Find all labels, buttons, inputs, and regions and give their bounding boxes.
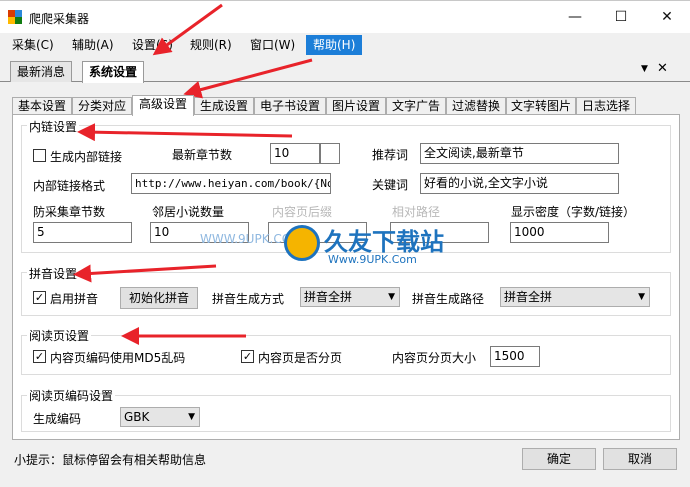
link-format-label: 内部链接格式: [33, 179, 106, 193]
paginate-label: 内容页是否分页: [258, 351, 343, 365]
tab-image[interactable]: 图片设置: [326, 97, 386, 115]
dropdown-icon[interactable]: ▼: [641, 64, 648, 74]
app-logo-icon: [8, 10, 22, 24]
pinyin-method-value: 拼音全拼: [304, 290, 353, 304]
menu-help[interactable]: 帮助(H): [306, 35, 363, 55]
md5-encoding-label: 内容页编码使用MD5乱码: [50, 351, 186, 365]
page-suffix-label: 内容页后缀: [272, 205, 333, 219]
help-tip: 小提示：鼠标停留会有相关帮助信息: [14, 453, 207, 467]
tab-text-ad[interactable]: 文字广告: [386, 97, 446, 115]
reading-encoding-legend: 阅读页编码设置: [27, 387, 116, 404]
pinyin-path-value: 拼音全拼: [504, 290, 553, 304]
keywords-input[interactable]: 好看的小说,全文字小说: [420, 173, 619, 194]
relative-path-label: 相对路径: [392, 205, 441, 219]
neighbor-count-label: 邻居小说数量: [152, 205, 225, 219]
chevron-down-icon: ▼: [188, 412, 195, 422]
menu-bar: 采集(C) 辅助(A) 设置(S) 规则(R) 窗口(W) 帮助(H): [0, 33, 690, 56]
tab-generate[interactable]: 生成设置: [194, 97, 254, 115]
enable-pinyin-checkbox[interactable]: ✓: [33, 291, 46, 304]
md5-encoding-checkbox[interactable]: ✓: [33, 350, 46, 363]
menu-collect[interactable]: 采集(C): [8, 36, 58, 54]
close-window-button[interactable]: ✕: [644, 1, 690, 33]
init-pinyin-button[interactable]: 初始化拼音: [120, 287, 198, 309]
maximize-button[interactable]: ☐: [598, 1, 644, 33]
recommend-input[interactable]: 全文阅读,最新章节: [420, 143, 619, 164]
tab-basic[interactable]: 基本设置: [12, 97, 72, 115]
recommend-label: 推荐词: [372, 148, 409, 162]
minimize-button[interactable]: —: [552, 1, 598, 33]
menu-assist[interactable]: 辅助(A): [68, 36, 118, 54]
chevron-down-icon: ▼: [638, 292, 645, 302]
reading-page-legend: 阅读页设置: [27, 327, 92, 344]
watermark-logo-icon: [284, 225, 320, 261]
advanced-settings-panel: 内链设置 生成内部链接 最新章节数 10 推荐词 全文阅读,最新章节 内部链接格…: [12, 114, 680, 440]
keywords-label: 关键词: [372, 178, 409, 192]
gen-encoding-select[interactable]: GBK ▼: [120, 407, 200, 427]
reading-encoding-group: [21, 395, 671, 432]
generate-internal-link-checkbox[interactable]: [33, 149, 46, 162]
tab-filter-replace[interactable]: 过滤替换: [446, 97, 506, 115]
display-density-label: 显示密度（字数/链接）: [511, 205, 636, 219]
watermark-brand: 久友下载站: [324, 228, 444, 256]
tab-category-mapping[interactable]: 分类对应: [72, 97, 132, 115]
latest-chapters-label: 最新章节数: [172, 148, 233, 162]
pinyin-legend: 拼音设置: [27, 265, 80, 282]
pinyin-path-label: 拼音生成路径: [412, 292, 485, 306]
window-title: 爬爬采集器: [29, 12, 90, 26]
doc-tab-latest-news[interactable]: 最新消息: [10, 61, 73, 82]
generate-internal-link-label: 生成内部链接: [50, 150, 123, 164]
display-density-input[interactable]: 1000: [510, 222, 609, 243]
ok-button[interactable]: 确定: [522, 448, 596, 470]
gen-encoding-label: 生成编码: [33, 412, 82, 426]
doc-tab-system-settings[interactable]: 系统设置: [82, 61, 145, 83]
tab-advanced[interactable]: 高级设置: [132, 95, 194, 116]
enable-pinyin-label: 启用拼音: [50, 292, 99, 306]
tab-ebook[interactable]: 电子书设置: [254, 97, 326, 115]
watermark: WWW.9UPK.COM 久友下载站 Www.9UPK.Com: [200, 222, 444, 272]
anti-chapters-label: 防采集章节数: [33, 205, 106, 219]
pinyin-path-select[interactable]: 拼音全拼 ▼: [500, 287, 650, 307]
latest-chapters-spinner[interactable]: [320, 143, 340, 164]
page-size-label: 内容页分页大小: [392, 351, 477, 365]
pinyin-method-select[interactable]: 拼音全拼 ▼: [300, 287, 400, 307]
cancel-button[interactable]: 取消: [603, 448, 677, 470]
document-tab-bar: 最新消息 系统设置 ▼ ✕: [0, 58, 690, 83]
menu-settings[interactable]: 设置(S): [128, 36, 177, 54]
title-bar: 爬爬采集器 — ☐ ✕: [0, 0, 690, 33]
menu-window[interactable]: 窗口(W): [246, 36, 299, 54]
anti-chapters-input[interactable]: 5: [33, 222, 132, 243]
gen-encoding-value: GBK: [124, 410, 150, 424]
pinyin-method-label: 拼音生成方式: [212, 292, 285, 306]
settings-tab-strip: 基本设置 分类对应 高级设置 生成设置 电子书设置 图片设置 文字广告 过滤替换…: [12, 95, 680, 116]
paginate-checkbox[interactable]: ✓: [241, 350, 254, 363]
close-tab-icon[interactable]: ✕: [657, 61, 668, 76]
tab-text-to-image[interactable]: 文字转图片: [506, 97, 576, 115]
latest-chapters-input[interactable]: 10: [270, 143, 320, 164]
watermark-url-secondary: Www.9UPK.Com: [328, 253, 417, 266]
internal-link-legend: 内链设置: [27, 118, 80, 135]
link-format-input[interactable]: http://www.heiyan.com/book/{Nove: [131, 173, 331, 194]
tab-log-select[interactable]: 日志选择: [576, 97, 636, 115]
chevron-down-icon: ▼: [388, 292, 395, 302]
menu-rules[interactable]: 规则(R): [186, 36, 236, 54]
page-size-input[interactable]: 1500: [490, 346, 540, 367]
